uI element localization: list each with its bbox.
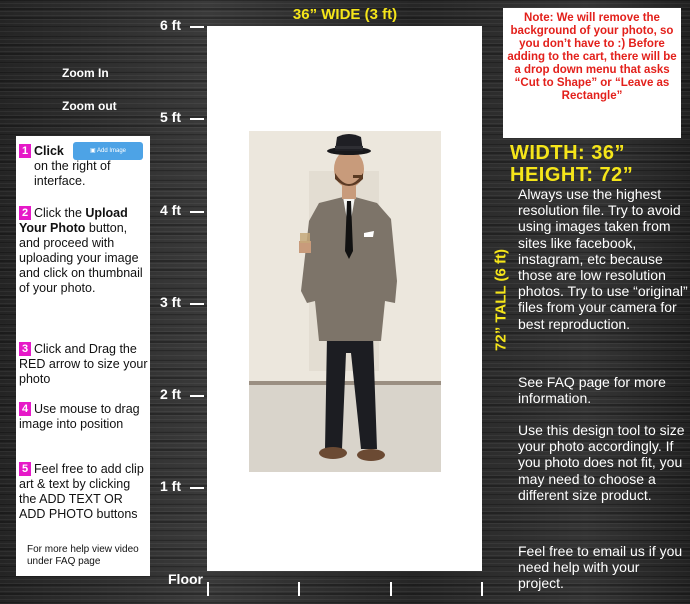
ruler-dash [190,26,204,28]
ruler-label-3ft: 3 ft [160,294,181,310]
step-text: Click and Drag the RED arrow to size you… [19,342,148,386]
step-text: Click the [34,206,86,220]
instructions-panel: 1 Click ▣ Add Image on the right of inter… [16,136,150,576]
step-number: 2 [19,206,31,220]
ruler-label-4ft: 4 ft [160,202,181,218]
sizing-tip: Use this design tool to size your photo … [518,422,685,503]
add-image-button[interactable]: ▣ Add Image [73,142,143,160]
step-number: 3 [19,342,31,356]
floor-tick [207,582,209,596]
floor-tick [481,582,483,596]
ruler-dash [190,395,204,397]
step-number: 4 [19,402,31,416]
step-1-cont: on the right of interface. [34,159,146,189]
zoom-in-button[interactable]: Zoom In [62,66,109,80]
step-2: 2 Click the Upload Your Photo button, and… [19,206,149,296]
ruler-label-6ft: 6 ft [160,17,181,33]
step-3: 3 Click and Drag the RED arrow to size yo… [19,342,149,387]
help-note: For more help view video under FAQ page [27,544,139,567]
ruler-label-5ft: 5 ft [160,109,181,125]
background-removal-note: Note: We will remove the background of y… [503,8,681,138]
step-text: Click [34,144,64,158]
ruler-label-2ft: 2 ft [160,386,181,402]
canvas-height-label: 72” TALL (6 ft) [489,230,513,370]
width-label: WIDTH: 36” [510,142,625,164]
ruler-dash [190,487,204,489]
step-5: 5 Feel free to add clip art & text by cli… [19,462,149,522]
canvas-height-text: 72” TALL (6 ft) [492,249,510,351]
ruler-dash [190,118,204,120]
floor-label: Floor [168,571,203,587]
ruler-label-1ft: 1 ft [160,478,181,494]
floor-tick [390,582,392,596]
step-4: 4 Use mouse to drag image into position [19,402,149,432]
step-text: on the right of interface. [34,159,111,188]
step-text: Use mouse to drag image into position [19,402,140,431]
email-tip: Feel free to email us if you need help w… [518,543,683,592]
zoom-out-button[interactable]: Zoom out [62,99,117,113]
step-text: Feel free to add clip art & text by clic… [19,462,144,521]
add-image-label: Add Image [96,148,127,154]
height-label: HEIGHT: 72” [510,164,634,186]
uploaded-photo[interactable] [249,131,441,472]
ruler-dash [190,211,204,213]
step-number: 1 [19,144,31,158]
image-icon: ▣ [89,148,96,154]
floor-tick [298,582,300,596]
faq-tip: See FAQ page for more information. [518,374,666,407]
step-number: 5 [19,462,31,476]
canvas-width-label: 36” WIDE (3 ft) [292,6,398,23]
resolution-tip: Always use the highest resolution file. … [518,186,688,332]
ruler-dash [190,303,204,305]
